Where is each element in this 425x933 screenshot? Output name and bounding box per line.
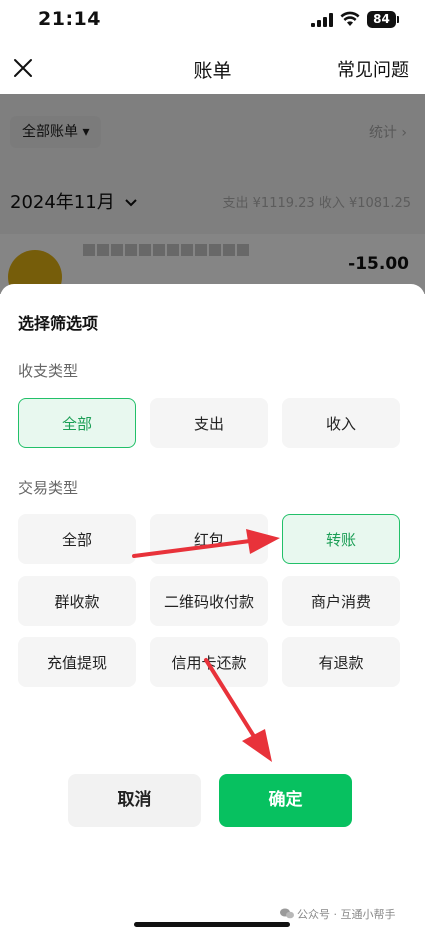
- signal-icon: [311, 13, 333, 27]
- sheet-title: 选择筛选项: [18, 314, 99, 333]
- trade-option-red-packet[interactable]: 红包: [150, 514, 268, 564]
- income-option-expense[interactable]: 支出: [150, 398, 268, 448]
- status-time: 21:14: [38, 8, 101, 30]
- filter-sheet: 选择筛选项 收支类型 全部 支出 收入 交易类型 全部 红包 转账 群收款 二维…: [0, 284, 425, 933]
- trade-option-merchant[interactable]: 商户消费: [282, 576, 400, 626]
- cancel-button[interactable]: 取消: [68, 774, 201, 827]
- modal-backdrop[interactable]: [0, 94, 425, 294]
- home-indicator: [134, 922, 290, 927]
- watermark: 公众号 · 互通小帮手: [280, 906, 396, 922]
- battery-indicator: 84: [367, 11, 396, 28]
- trade-option-qr-code[interactable]: 二维码收付款: [150, 576, 268, 626]
- faq-link[interactable]: 常见问题: [337, 56, 409, 82]
- watermark-text: 公众号 · 互通小帮手: [297, 908, 396, 921]
- income-option-all[interactable]: 全部: [18, 398, 136, 448]
- status-bar: 21:14 84: [0, 0, 425, 44]
- income-option-income[interactable]: 收入: [282, 398, 400, 448]
- trade-type-label: 交易类型: [18, 479, 79, 497]
- trade-option-group-collect[interactable]: 群收款: [18, 576, 136, 626]
- trade-option-all[interactable]: 全部: [18, 514, 136, 564]
- confirm-button[interactable]: 确定: [219, 774, 352, 827]
- trade-option-recharge-withdraw[interactable]: 充值提现: [18, 637, 136, 687]
- wifi-icon: [340, 11, 360, 26]
- income-type-label: 收支类型: [18, 362, 79, 380]
- battery-tip: [397, 16, 399, 23]
- wechat-icon: [280, 908, 294, 919]
- trade-option-transfer[interactable]: 转账: [282, 514, 400, 564]
- trade-option-refund[interactable]: 有退款: [282, 637, 400, 687]
- trade-option-credit-card[interactable]: 信用卡还款: [150, 637, 268, 687]
- nav-bar: 账单 常见问题: [0, 44, 425, 94]
